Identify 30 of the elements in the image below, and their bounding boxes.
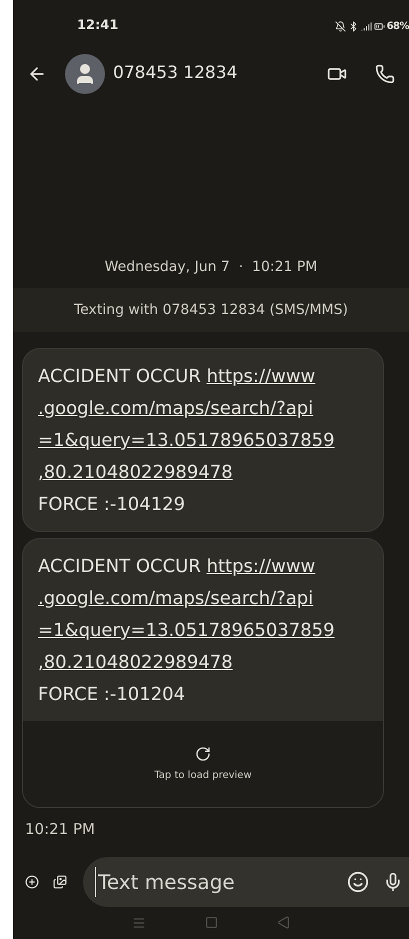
bluetooth-icon xyxy=(348,20,359,32)
message-text: FORCE :-101204 xyxy=(38,683,186,707)
battery-level: 68% xyxy=(386,20,409,34)
message-bubble[interactable]: ACCIDENT OCCUR https://www .google.com/maps/search/?api =1&query=13.05178965037859 ,80.21048022989478 FORCE :-104129 xyxy=(22,348,384,532)
status-time: 12:41 xyxy=(77,17,118,36)
message-link[interactable]: =1&query=13.05178965037859 xyxy=(38,620,335,641)
texting-notice: Texting with 078453 12834 (SMS/MMS) xyxy=(13,288,409,332)
message-input[interactable]: Text message xyxy=(95,866,347,896)
message-link[interactable]: =1&query=13.05178965037859 xyxy=(38,430,335,451)
preview-hint: Tap to load preview xyxy=(154,768,252,782)
message-link[interactable]: ,80.21048022989478 xyxy=(38,652,233,673)
mute-icon xyxy=(334,20,346,32)
message-text: ACCIDENT OCCUR xyxy=(38,556,201,577)
message-link[interactable]: .google.com/maps/search/?api xyxy=(38,588,314,609)
message-time: 10:21 PM xyxy=(25,819,96,840)
contact-name: 078453 12834 xyxy=(113,62,238,86)
message-text: ACCIDENT OCCUR xyxy=(38,366,201,387)
message-bubble[interactable]: ACCIDENT OCCUR https://www .google.com/maps/search/?api =1&query=13.05178965037859 ,80.21048022989478 FORCE :-101204 Tap to load preview xyxy=(22,538,384,808)
emoji-button[interactable] xyxy=(347,870,369,892)
message-link[interactable]: ,80.21048022989478 xyxy=(38,462,233,483)
date-divider: Wednesday, Jun 7 · 10:21 PM xyxy=(104,258,318,276)
battery-icon xyxy=(374,20,385,32)
link-preview[interactable]: Tap to load preview xyxy=(23,721,383,807)
message-text: FORCE :-104129 xyxy=(38,493,186,517)
message-link[interactable]: https://www xyxy=(206,366,316,387)
reload-icon xyxy=(195,746,211,762)
message-link[interactable]: .google.com/maps/search/?api xyxy=(38,398,314,419)
call-button[interactable] xyxy=(375,64,395,84)
message-link[interactable]: https://www xyxy=(206,556,316,577)
message-field[interactable]: Text message xyxy=(83,856,409,906)
